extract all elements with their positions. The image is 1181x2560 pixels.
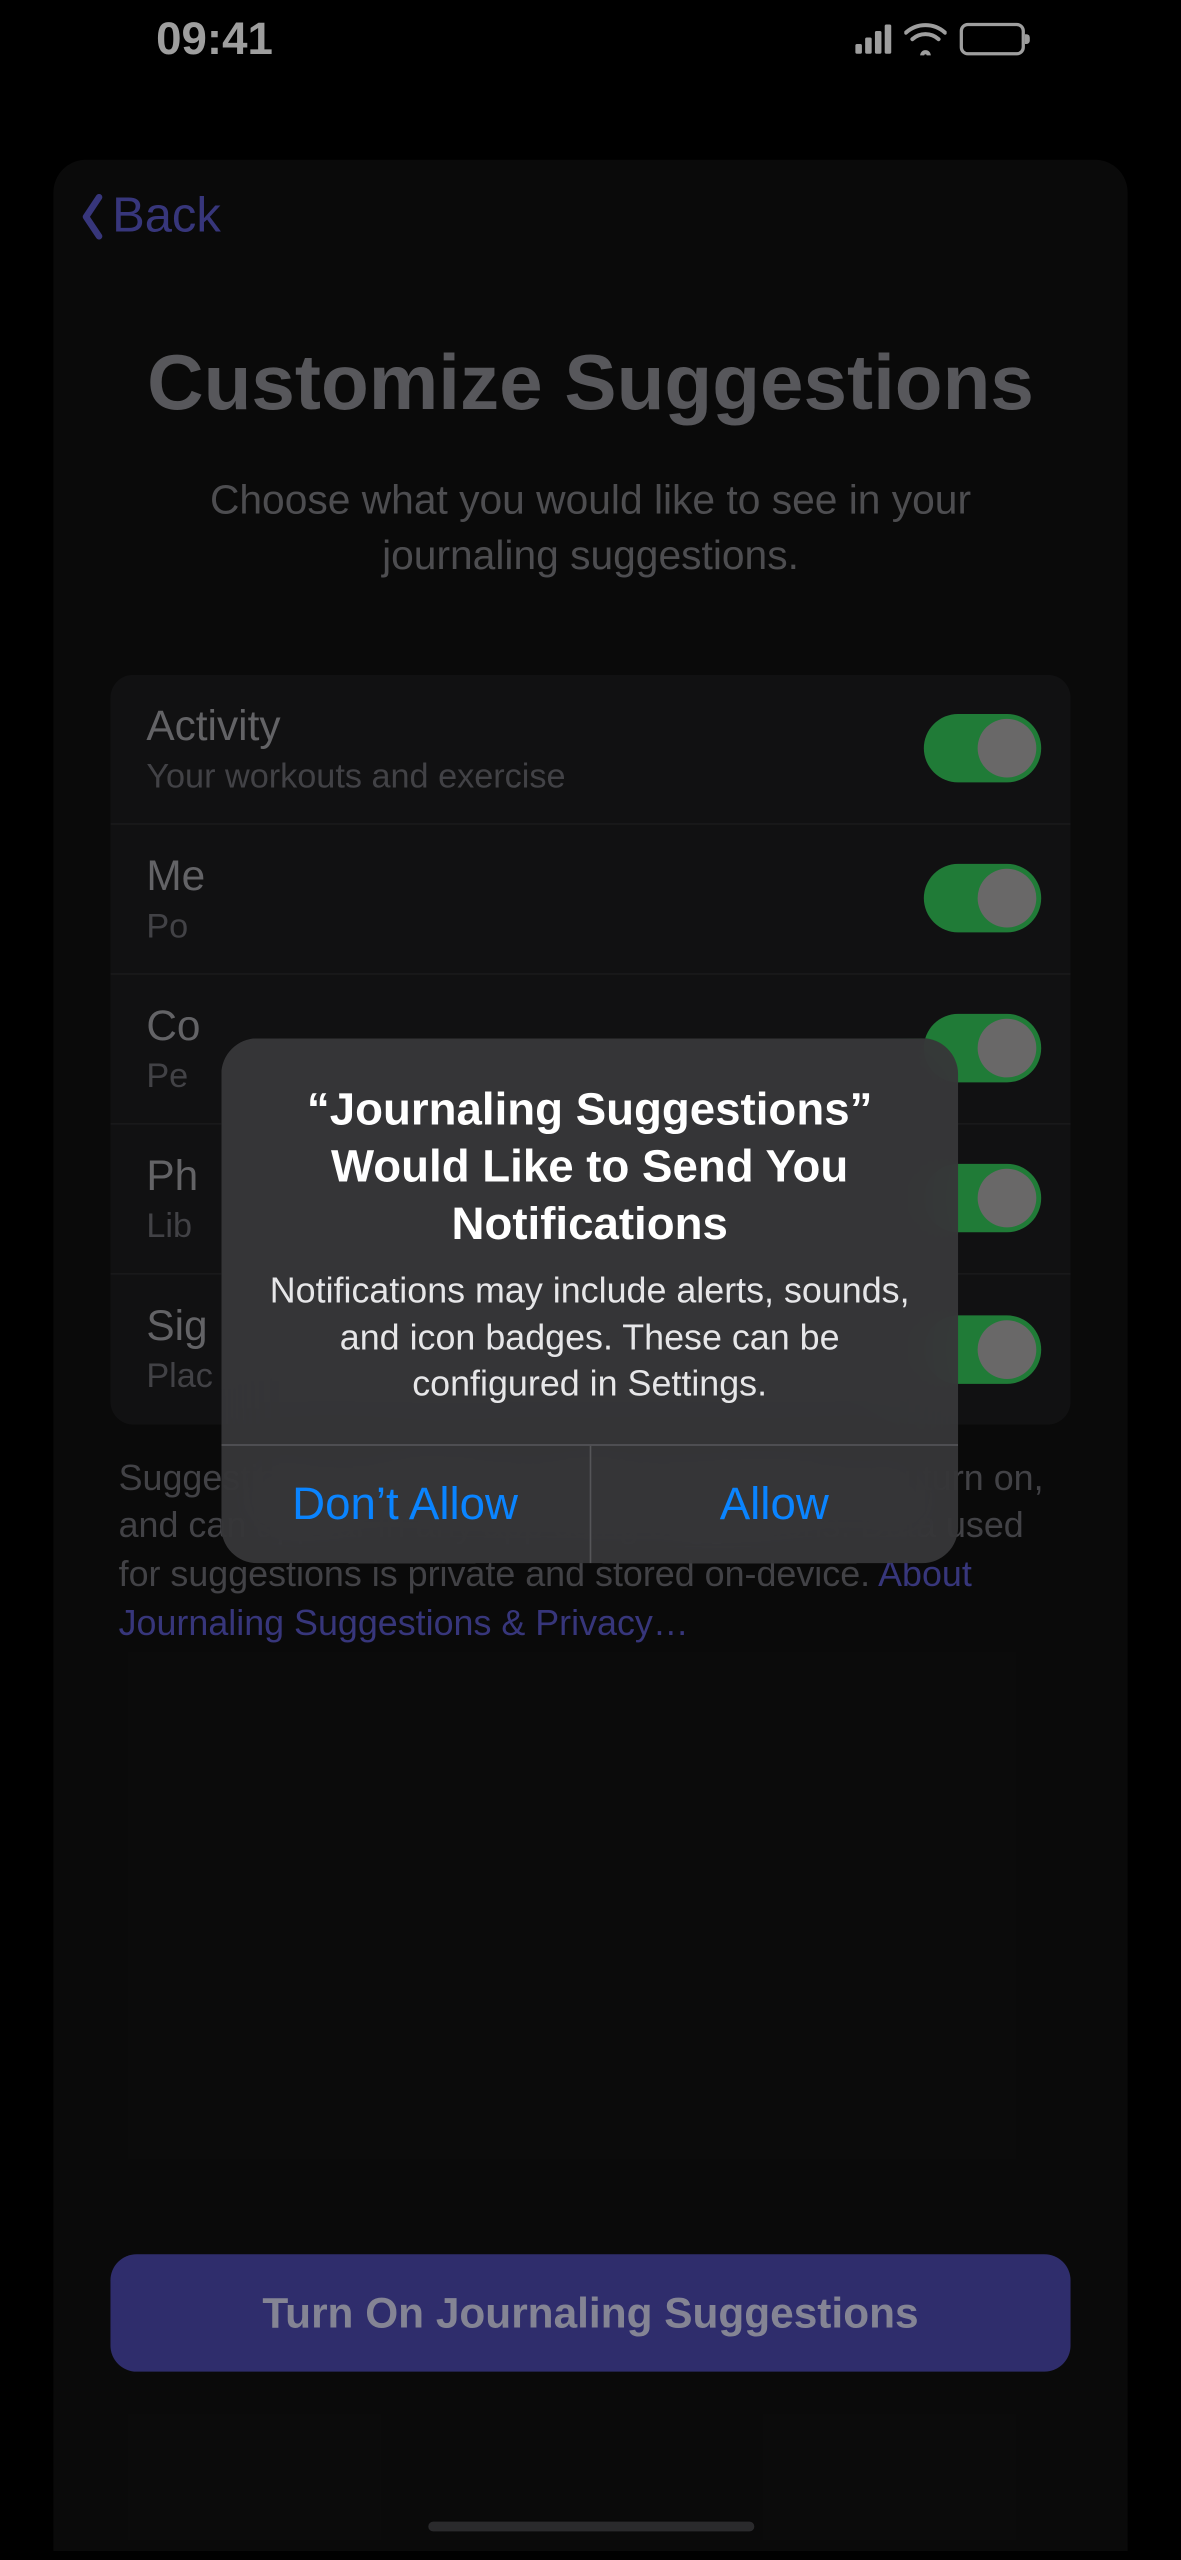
- notification-permission-alert: “Journaling Suggestions” Would Like to S…: [221, 1038, 958, 1563]
- alert-title: “Journaling Suggestions” Would Like to S…: [257, 1081, 922, 1252]
- phone-screen: 09:41 Back Customize Suggestions Choose …: [1, 0, 1179, 2551]
- allow-button[interactable]: Allow: [591, 1445, 959, 1562]
- dont-allow-button[interactable]: Don’t Allow: [221, 1445, 590, 1562]
- alert-allow-label: Allow: [720, 1478, 829, 1530]
- alert-deny-label: Don’t Allow: [292, 1478, 518, 1530]
- alert-message: Notifications may include alerts, sounds…: [257, 1268, 922, 1408]
